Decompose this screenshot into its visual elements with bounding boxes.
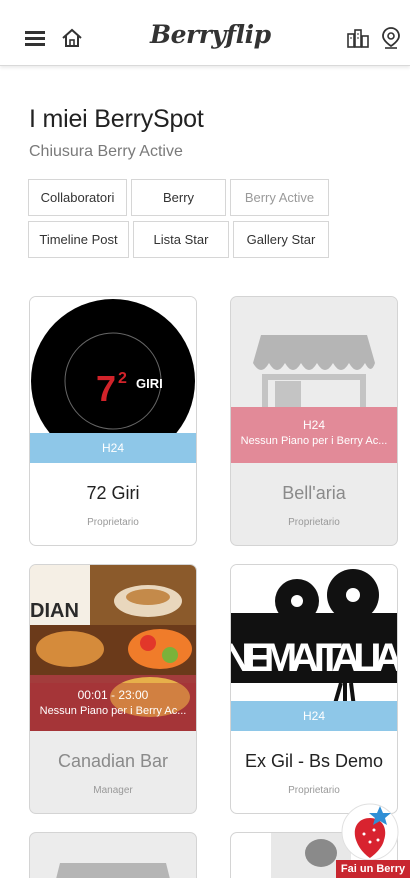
location-pin-icon[interactable] bbox=[380, 26, 402, 50]
top-bar: Berryflip bbox=[0, 0, 410, 66]
tab-timeline-post[interactable]: Timeline Post bbox=[28, 221, 129, 258]
hours-band: H24 bbox=[30, 433, 196, 463]
spot-card-canadian-bar[interactable]: DIAN 00:01 - 23:00 Nessun Piano per i Be… bbox=[29, 564, 197, 814]
store-placeholder-icon bbox=[56, 863, 170, 878]
tab-lista-star[interactable]: Lista Star bbox=[133, 221, 229, 258]
logo-exponent: 2 bbox=[118, 370, 127, 387]
page-title: I miei BerrySpot bbox=[29, 105, 204, 133]
image-text: NEMA ITALIA bbox=[231, 636, 397, 680]
spot-card-partial[interactable] bbox=[29, 832, 197, 878]
spot-role: Manager bbox=[93, 785, 133, 796]
plan-label: Nessun Piano per i Berry Ac... bbox=[39, 705, 187, 717]
spot-name: Bell'aria bbox=[282, 483, 346, 503]
fab-label: Fai un Berry bbox=[336, 860, 410, 878]
hours-label: 00:01 - 23:00 bbox=[77, 688, 149, 702]
hours-band: 00:01 - 23:00 Nessun Piano per i Berry A… bbox=[30, 683, 196, 731]
hours-label: H24 bbox=[302, 418, 325, 432]
tab-collaboratori[interactable]: Collaboratori bbox=[28, 179, 127, 216]
spot-card-ex-gil[interactable]: NEMA ITALIA H24 Ex Gil - Bs Demo Proprie… bbox=[230, 564, 398, 814]
spot-role: Proprietario bbox=[87, 517, 139, 528]
spot-card-bellaria[interactable]: H24 Nessun Piano per i Berry Ac... Bell'… bbox=[230, 296, 398, 546]
spot-role: Proprietario bbox=[288, 517, 340, 528]
home-icon[interactable] bbox=[60, 26, 84, 50]
tab-berry-active[interactable]: Berry Active bbox=[230, 179, 329, 216]
tab-gallery-star[interactable]: Gallery Star bbox=[233, 221, 329, 258]
logo-text: GIRI bbox=[136, 376, 163, 391]
hours-band: H24 Nessun Piano per i Berry Ac... bbox=[231, 407, 397, 463]
spot-role: Proprietario bbox=[288, 785, 340, 796]
logo-number: 7 bbox=[96, 368, 116, 409]
menu-icon[interactable] bbox=[24, 26, 46, 50]
tab-berry[interactable]: Berry bbox=[131, 179, 226, 216]
hours-label: H24 bbox=[302, 709, 325, 723]
hours-band: H24 bbox=[231, 701, 397, 731]
spot-card-72-giri[interactable]: 7 2 GIRI H24 72 Giri Proprietario bbox=[29, 296, 197, 546]
plan-label: Nessun Piano per i Berry Ac... bbox=[240, 435, 388, 447]
hours-label: H24 bbox=[101, 441, 124, 455]
strawberry-icon bbox=[341, 803, 399, 861]
page-subtitle: Chiusura Berry Active bbox=[29, 143, 183, 160]
spot-name: Ex Gil - Bs Demo bbox=[244, 751, 384, 771]
app-logo[interactable]: Berryflip bbox=[150, 20, 271, 49]
spot-name: 72 Giri bbox=[86, 483, 140, 503]
spot-name: Canadian Bar bbox=[57, 751, 169, 771]
city-icon[interactable] bbox=[346, 26, 370, 50]
image-text: DIAN bbox=[30, 600, 79, 622]
fai-un-berry-button[interactable]: Fai un Berry bbox=[336, 800, 410, 878]
